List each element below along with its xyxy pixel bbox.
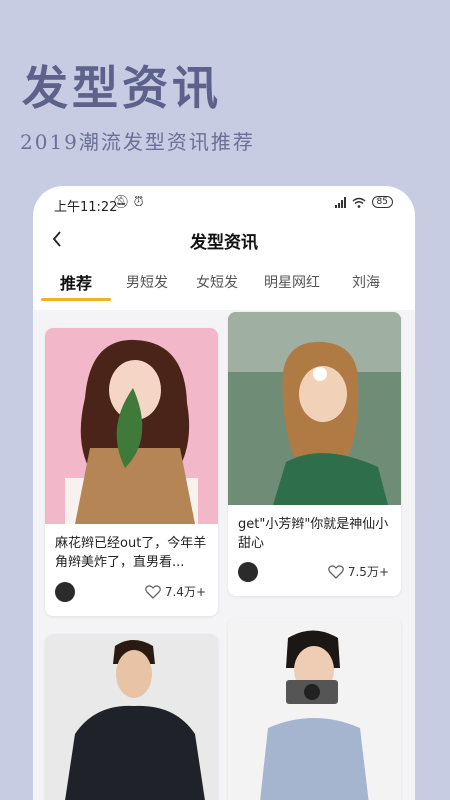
- phone-screen: 上午11:22 🔕︎ ⏰︎ 85 发型资讯 推荐 男短发 女短发 明星网红 刘海…: [33, 186, 415, 800]
- card-footer: 7.4万+: [55, 582, 206, 602]
- like-button[interactable]: 7.4万+: [144, 583, 206, 600]
- status-right-icons: 85: [334, 196, 393, 208]
- feed-card[interactable]: [228, 618, 401, 800]
- avatar[interactable]: [238, 562, 258, 582]
- card-footer: 7.5万+: [238, 562, 389, 582]
- card-image: [45, 328, 218, 524]
- tab-celebrity[interactable]: 明星网红: [264, 272, 320, 292]
- feed-card[interactable]: get"小芳辫"你就是神仙小甜心 7.5万+: [228, 312, 401, 596]
- alarm-icon: ⏰︎: [133, 195, 144, 210]
- avatar[interactable]: [55, 582, 75, 602]
- heart-icon: [144, 584, 161, 599]
- feed-card[interactable]: 麻花辫已经out了，今年羊角辫美炸了，直男看... 7.4万+: [45, 328, 218, 616]
- card-image: [228, 618, 401, 800]
- tab-men-short-hair[interactable]: 男短发: [126, 272, 168, 292]
- tab-women-short-hair[interactable]: 女短发: [196, 272, 238, 292]
- signal-icon: [334, 196, 346, 208]
- battery-icon: 85: [371, 196, 393, 208]
- feed-card[interactable]: [45, 634, 218, 800]
- promo-title: 发型资讯: [22, 61, 222, 115]
- feed-grid: 麻花辫已经out了，今年羊角辫美炸了，直男看... 7.4万+ get"小芳辫"…: [33, 310, 415, 800]
- card-image: [228, 312, 401, 505]
- like-count: 7.4万+: [164, 585, 206, 599]
- card-image: [45, 634, 218, 800]
- nav-bar: 发型资讯: [33, 224, 415, 254]
- tab-recommended[interactable]: 推荐: [60, 270, 92, 294]
- promo-subtitle: 2019潮流发型资讯推荐: [20, 130, 255, 154]
- wifi-icon: [352, 197, 365, 208]
- tab-bangs[interactable]: 刘海: [352, 272, 380, 292]
- status-bar: 上午11:22 🔕︎ ⏰︎ 85: [33, 186, 415, 222]
- heart-icon: [327, 564, 344, 579]
- card-title: 麻花辫已经out了，今年羊角辫美炸了，直男看...: [55, 536, 207, 570]
- like-button[interactable]: 7.5万+: [327, 563, 389, 580]
- card-title: get"小芳辫"你就是神仙小甜心: [238, 517, 389, 551]
- like-count: 7.5万+: [347, 565, 389, 579]
- status-time: 上午11:22: [54, 200, 118, 215]
- active-tab-indicator: [41, 298, 111, 301]
- page-title: 发型资讯: [190, 233, 258, 253]
- status-left-icons: 🔕︎ ⏰︎: [113, 195, 144, 210]
- mute-icon: 🔕︎: [113, 195, 130, 210]
